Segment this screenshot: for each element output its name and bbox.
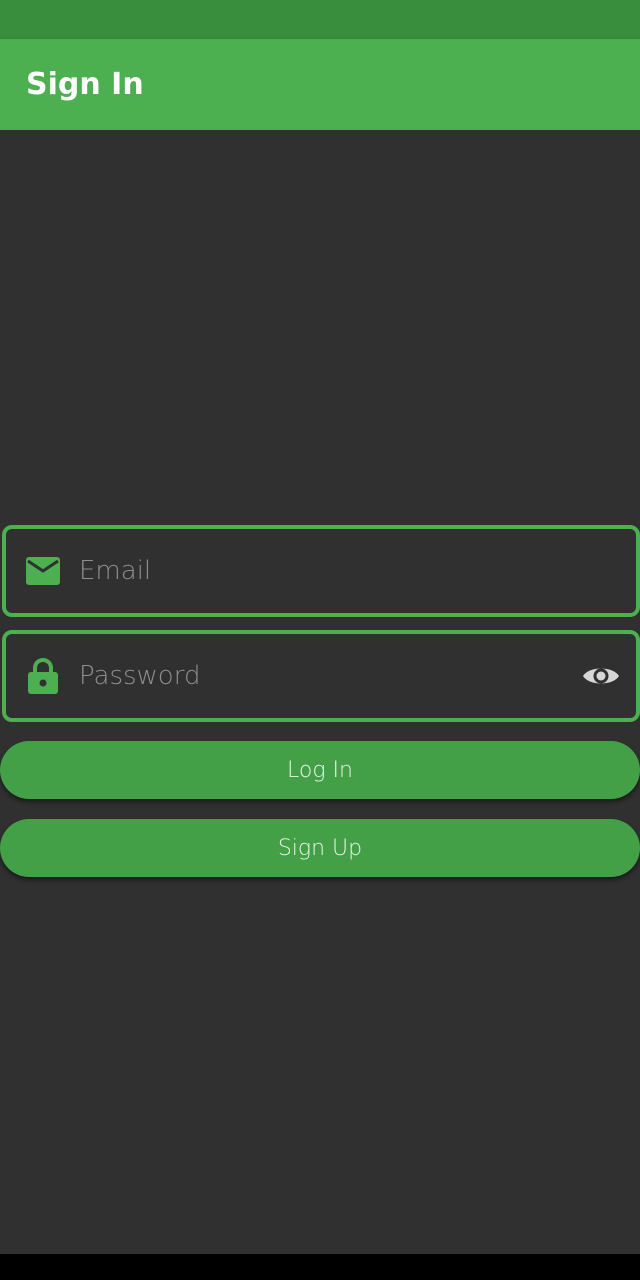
page-title: Sign In: [26, 67, 144, 102]
password-field-container: [2, 630, 640, 722]
status-bar: [0, 0, 640, 39]
email-field-container: [2, 525, 640, 617]
signup-button[interactable]: Sign Up: [0, 819, 640, 877]
lock-icon: [24, 657, 62, 695]
mail-icon: [24, 552, 62, 590]
app-bar: Sign In: [0, 39, 640, 130]
navigation-bar: [0, 1254, 640, 1280]
password-field[interactable]: [79, 634, 559, 718]
eye-icon[interactable]: [580, 655, 622, 697]
email-field[interactable]: [79, 529, 559, 613]
login-button[interactable]: Log In: [0, 741, 640, 799]
